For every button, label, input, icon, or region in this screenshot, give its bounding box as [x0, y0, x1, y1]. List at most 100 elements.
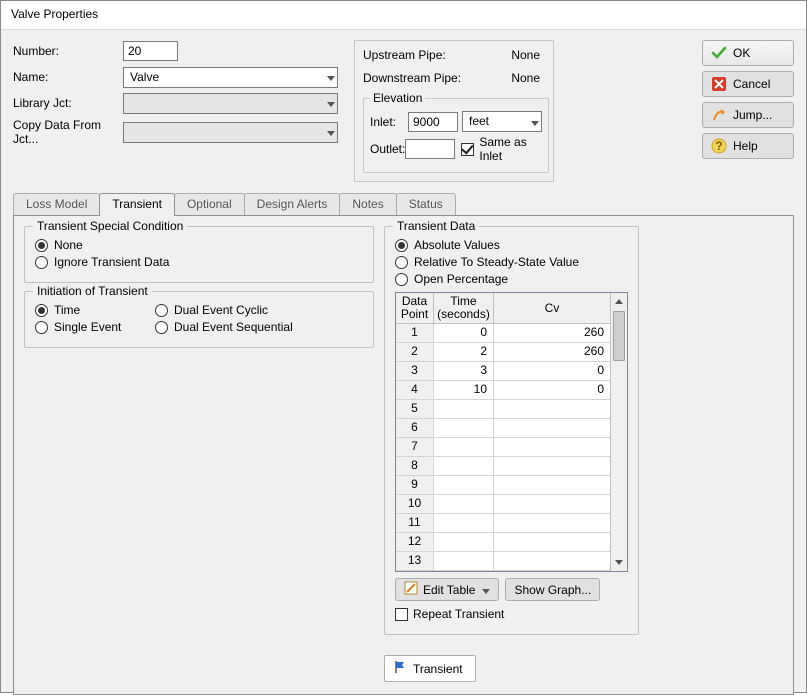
- table-scrollbar[interactable]: [610, 293, 627, 571]
- chevron-down-icon: [531, 115, 539, 129]
- scroll-down-icon[interactable]: [611, 554, 627, 571]
- inlet-input[interactable]: [408, 112, 458, 132]
- tab-status[interactable]: Status: [396, 193, 456, 215]
- cell-cv[interactable]: 260: [494, 324, 610, 342]
- table-row[interactable]: 22260: [396, 343, 610, 362]
- name-combo[interactable]: Valve: [123, 67, 338, 88]
- cell-cv[interactable]: [494, 495, 610, 513]
- table-row[interactable]: 5: [396, 400, 610, 419]
- cell-time[interactable]: [434, 400, 494, 418]
- outlet-input[interactable]: [405, 139, 455, 159]
- row-index: 9: [396, 476, 434, 494]
- special-none-radio[interactable]: [35, 239, 48, 252]
- cell-time[interactable]: [434, 533, 494, 551]
- ok-button[interactable]: OK: [702, 40, 794, 66]
- table-row[interactable]: 9: [396, 476, 610, 495]
- cell-time[interactable]: 3: [434, 362, 494, 380]
- table-row[interactable]: 11: [396, 514, 610, 533]
- table-row[interactable]: 8: [396, 457, 610, 476]
- cell-cv[interactable]: [494, 457, 610, 475]
- cell-cv[interactable]: [494, 419, 610, 437]
- row-index: 11: [396, 514, 434, 532]
- show-graph-button[interactable]: Show Graph...: [505, 578, 600, 601]
- init-time-radio[interactable]: [35, 304, 48, 317]
- number-input[interactable]: [123, 41, 178, 61]
- table-row[interactable]: 7: [396, 438, 610, 457]
- cell-cv[interactable]: [494, 438, 610, 456]
- table-row[interactable]: 12: [396, 533, 610, 552]
- same-as-inlet-checkbox[interactable]: [461, 143, 474, 156]
- elevation-group: Elevation Inlet: feet Outlet: Same as: [363, 91, 549, 173]
- special-condition-group: Transient Special Condition None Ignore …: [24, 226, 374, 283]
- help-label: Help: [733, 139, 758, 153]
- cell-cv[interactable]: [494, 533, 610, 551]
- cell-time[interactable]: [434, 438, 494, 456]
- bottom-tab-label: Transient: [413, 662, 463, 676]
- pipe-elevation-panel: Upstream Pipe: None Downstream Pipe: Non…: [354, 40, 554, 182]
- tdata-relative-radio[interactable]: [395, 256, 408, 269]
- table-row[interactable]: 330: [396, 362, 610, 381]
- edit-icon: [404, 581, 418, 598]
- inlet-unit-combo[interactable]: feet: [462, 111, 542, 132]
- cancel-label: Cancel: [733, 77, 770, 91]
- transient-table[interactable]: Data Point Time (seconds) Cv 102: [395, 292, 628, 572]
- cell-cv[interactable]: [494, 514, 610, 532]
- cell-cv[interactable]: 0: [494, 362, 610, 380]
- cell-time[interactable]: [434, 514, 494, 532]
- tab-panel: Transient Special Condition None Ignore …: [13, 215, 794, 695]
- tdata-absolute-label: Absolute Values: [414, 238, 500, 252]
- chevron-down-icon: [327, 125, 335, 139]
- cancel-button[interactable]: Cancel: [702, 71, 794, 97]
- help-icon: ?: [711, 138, 727, 154]
- special-condition-legend: Transient Special Condition: [33, 219, 187, 233]
- bottom-tab-transient[interactable]: Transient: [384, 655, 476, 682]
- scroll-thumb[interactable]: [613, 311, 625, 361]
- cell-time[interactable]: 0: [434, 324, 494, 342]
- jump-button[interactable]: Jump...: [702, 102, 794, 128]
- cell-cv[interactable]: [494, 552, 610, 570]
- cell-cv[interactable]: [494, 476, 610, 494]
- cell-time[interactable]: [434, 457, 494, 475]
- cell-time[interactable]: [434, 419, 494, 437]
- cell-cv[interactable]: [494, 400, 610, 418]
- upstream-value: None: [463, 48, 545, 62]
- repeat-transient-checkbox[interactable]: [395, 608, 408, 621]
- col-cv: Cv: [545, 302, 560, 315]
- scroll-up-icon[interactable]: [611, 293, 627, 310]
- table-row[interactable]: 6: [396, 419, 610, 438]
- cell-time[interactable]: [434, 476, 494, 494]
- table-row[interactable]: 10260: [396, 324, 610, 343]
- init-sequential-radio[interactable]: [155, 321, 168, 334]
- special-ignore-radio[interactable]: [35, 256, 48, 269]
- cell-cv[interactable]: 260: [494, 343, 610, 361]
- edit-table-button[interactable]: Edit Table: [395, 578, 499, 601]
- chevron-down-icon: [327, 96, 335, 110]
- tab-loss-model[interactable]: Loss Model: [13, 193, 100, 215]
- cell-time[interactable]: [434, 552, 494, 570]
- table-row[interactable]: 4100: [396, 381, 610, 400]
- cell-time[interactable]: 10: [434, 381, 494, 399]
- table-row[interactable]: 13: [396, 552, 610, 571]
- row-index: 2: [396, 343, 434, 361]
- tab-optional[interactable]: Optional: [174, 193, 245, 215]
- tdata-absolute-radio[interactable]: [395, 239, 408, 252]
- tdata-openpct-radio[interactable]: [395, 273, 408, 286]
- tab-design-alerts[interactable]: Design Alerts: [244, 193, 341, 215]
- same-as-inlet-label: Same as Inlet: [479, 135, 542, 163]
- cell-time[interactable]: [434, 495, 494, 513]
- table-row[interactable]: 10: [396, 495, 610, 514]
- init-single-radio[interactable]: [35, 321, 48, 334]
- tdata-relative-label: Relative To Steady-State Value: [414, 255, 579, 269]
- cell-cv[interactable]: 0: [494, 381, 610, 399]
- row-index: 7: [396, 438, 434, 456]
- cell-time[interactable]: 2: [434, 343, 494, 361]
- library-combo[interactable]: [123, 93, 338, 114]
- special-ignore-label: Ignore Transient Data: [54, 255, 169, 269]
- help-button[interactable]: ? Help: [702, 133, 794, 159]
- tdata-openpct-label: Open Percentage: [414, 272, 508, 286]
- init-cyclic-radio[interactable]: [155, 304, 168, 317]
- copy-combo[interactable]: [123, 122, 338, 143]
- tab-transient[interactable]: Transient: [99, 193, 175, 216]
- tab-notes[interactable]: Notes: [339, 193, 396, 215]
- copy-label: Copy Data From Jct...: [13, 118, 123, 146]
